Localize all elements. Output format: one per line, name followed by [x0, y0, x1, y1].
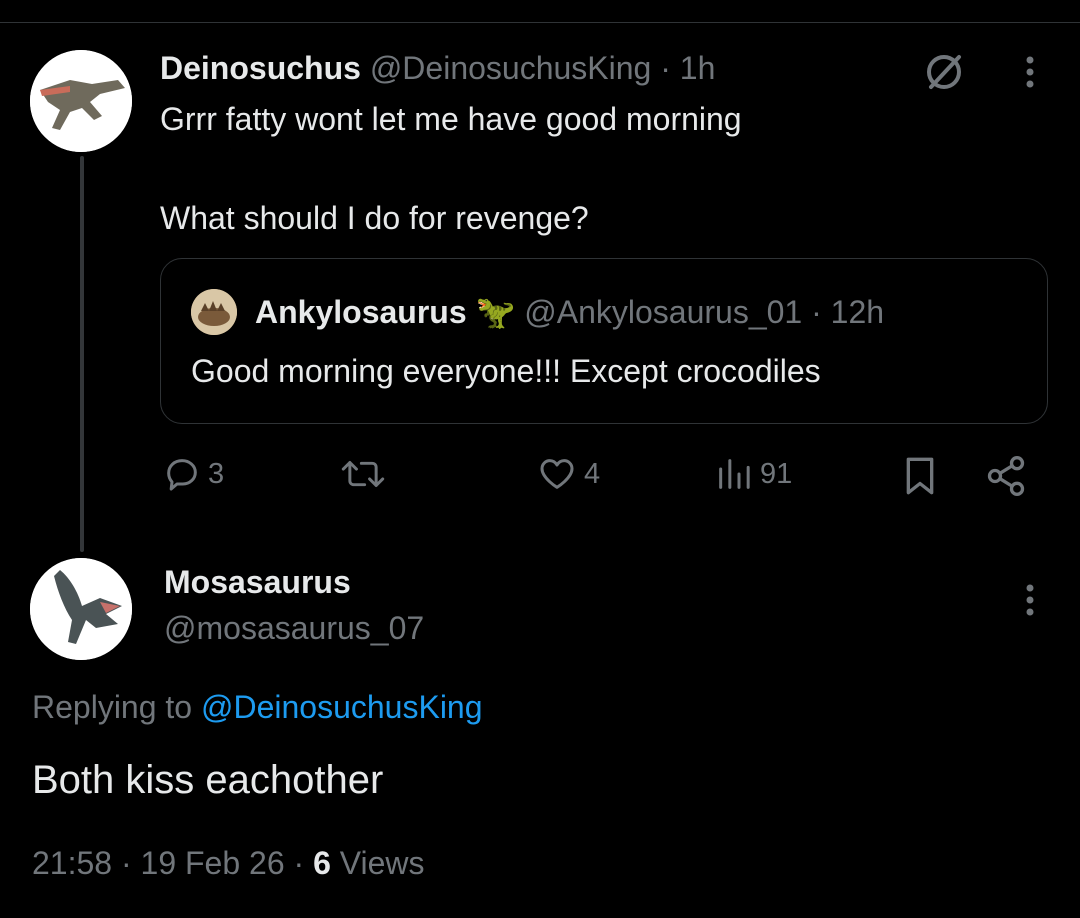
grok-icon[interactable]: [922, 50, 966, 94]
separator: ·: [811, 294, 822, 330]
like-count: 4: [584, 457, 601, 490]
author-handle[interactable]: @DeinosuchusKing: [370, 50, 652, 86]
bookmark-button[interactable]: [900, 454, 940, 498]
reply-views-count: 6: [313, 845, 331, 881]
thread-connector-line: [80, 156, 84, 552]
reply-author-name[interactable]: Mosasaurus: [164, 564, 351, 601]
reply-more-options-icon[interactable]: [1020, 580, 1040, 620]
reply-icon: [167, 459, 197, 491]
quote-header: Ankylosaurus 🦖 @Ankylosaurus_01 · 12h: [255, 293, 884, 331]
replying-to-line: Replying to @DeinosuchusKing: [32, 689, 483, 726]
share-button[interactable]: [984, 454, 1028, 498]
avatar-mosasaurus[interactable]: [30, 558, 132, 660]
repost-button[interactable]: [340, 454, 392, 494]
more-options-icon[interactable]: [1020, 52, 1040, 92]
views-chart-icon: [719, 459, 750, 489]
reply-author-handle[interactable]: @mosasaurus_07: [164, 610, 424, 647]
reply-count: 3: [208, 457, 225, 490]
replying-to-handle-link[interactable]: @DeinosuchusKing: [201, 689, 483, 725]
reply-meta: 21:58 · 19 Feb 26 · 6 Views: [32, 845, 425, 882]
avatar-ankylosaurus: [191, 289, 237, 335]
author-name[interactable]: Deinosuchus: [160, 50, 361, 86]
separator: ·: [120, 845, 132, 881]
reply-date[interactable]: 19 Feb 26: [141, 845, 285, 881]
reply-text: Both kiss eachother: [32, 758, 384, 802]
ankylosaurus-avatar-image: [191, 289, 237, 335]
like-button[interactable]: 4: [536, 454, 600, 494]
tweet-header: Deinosuchus @DeinosuchusKing · 1h: [160, 50, 715, 87]
quote-author-handle[interactable]: @Ankylosaurus_01: [524, 294, 802, 330]
views-button[interactable]: 91: [714, 454, 792, 494]
separator: ·: [293, 845, 305, 881]
tweet-time[interactable]: 1h: [680, 50, 716, 86]
trex-emoji-icon: 🦖: [475, 294, 516, 330]
separator: ·: [660, 50, 671, 86]
repost-icon: [341, 461, 385, 487]
top-divider: [0, 22, 1080, 23]
share-icon: [987, 456, 1025, 496]
reply-time[interactable]: 21:58: [32, 845, 112, 881]
quote-author-name[interactable]: Ankylosaurus: [255, 294, 467, 330]
bookmark-icon: [906, 457, 934, 495]
reply-button[interactable]: 3: [162, 454, 224, 494]
quoted-tweet[interactable]: Ankylosaurus 🦖 @Ankylosaurus_01 · 12h Go…: [160, 258, 1048, 424]
reply-views-label: Views: [339, 845, 425, 881]
mosasaurus-avatar-image: [30, 558, 132, 660]
tweet-text-line-2: What should I do for revenge?: [160, 200, 589, 236]
tweet-text-line-1: Grrr fatty wont let me have good morning: [160, 101, 742, 137]
crocodile-avatar-image: [30, 50, 132, 152]
quote-text: Good morning everyone!!! Except crocodil…: [191, 353, 821, 389]
reply-author-name-text: Mosasaurus: [164, 564, 351, 600]
heart-icon: [540, 459, 574, 489]
views-count: 91: [760, 457, 793, 490]
replying-to-label: Replying to: [32, 689, 193, 725]
avatar-deinosuchus[interactable]: [30, 50, 132, 152]
quote-time[interactable]: 12h: [831, 294, 884, 330]
